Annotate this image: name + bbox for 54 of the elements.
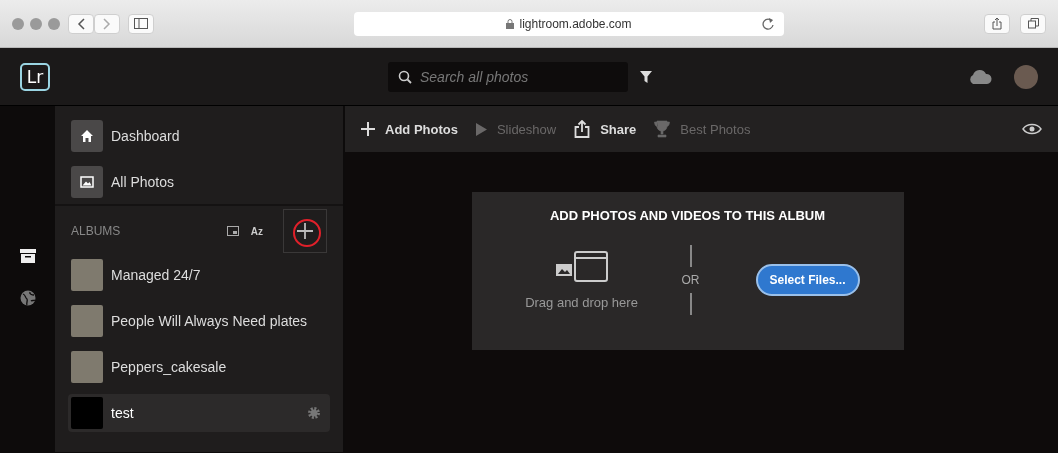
album-name: People Will Always Need plates (111, 313, 309, 329)
avatar[interactable] (1014, 64, 1038, 89)
sidebar-icon (134, 18, 148, 29)
album-item[interactable]: Managed 24/7 (68, 256, 330, 294)
chevron-right-icon (103, 17, 111, 30)
lock-icon (506, 18, 515, 29)
album-item[interactable]: Peppers_cakesale (68, 348, 330, 386)
gear-icon[interactable] (307, 406, 321, 420)
sidebar-nav-item[interactable]: All Photos (71, 166, 327, 198)
album-name: test (111, 405, 135, 421)
filter-icon[interactable] (640, 70, 652, 83)
play-icon (475, 122, 487, 136)
share-icon (574, 120, 591, 138)
tabs-icon (1027, 18, 1039, 29)
albums-heading: ALBUMS (71, 224, 122, 238)
eye-icon[interactable] (1022, 123, 1042, 135)
archive-icon[interactable] (19, 248, 36, 264)
reload-icon[interactable] (762, 16, 774, 30)
plus-icon (297, 223, 313, 239)
app-logo[interactable]: Lr (20, 62, 50, 91)
album-view-icon[interactable] (226, 226, 239, 236)
drag-drop-hint: Drag and drop here (525, 294, 638, 310)
window-zoom-dot[interactable] (48, 17, 60, 30)
album-name: Managed 24/7 (111, 267, 202, 283)
globe-icon[interactable] (19, 290, 36, 306)
album-item[interactable]: People Will Always Need plates (68, 302, 330, 340)
plus-icon (361, 122, 375, 136)
select-files-button[interactable]: Select Files... (755, 264, 860, 296)
search-field[interactable]: Search all photos (388, 61, 628, 92)
image-icon (79, 174, 95, 190)
add-album-button[interactable] (283, 209, 327, 253)
sort-button[interactable]: Az (250, 225, 263, 237)
image-window-icon (554, 250, 609, 283)
home-icon (79, 128, 95, 144)
toolbar-button[interactable]: Share (574, 120, 637, 138)
toolbar-button[interactable]: Add Photos (361, 121, 458, 137)
search-icon (398, 69, 412, 84)
address-bar[interactable]: lightroom.adobe.com (354, 11, 784, 36)
sidebar-nav-item[interactable]: Dashboard (71, 120, 327, 152)
back-button[interactable] (68, 13, 94, 34)
chevron-left-icon (77, 17, 85, 30)
trophy-icon (654, 120, 671, 138)
window-close-dot[interactable] (12, 17, 24, 30)
tabs-button[interactable] (1020, 13, 1046, 34)
share-icon (992, 17, 1002, 30)
window-minimize-dot[interactable] (30, 17, 42, 30)
highlight-circle (293, 219, 321, 247)
album-item[interactable]: test (68, 394, 330, 432)
or-label: OR (681, 273, 700, 287)
album-name: Peppers_cakesale (111, 359, 228, 375)
url-text: lightroom.adobe.com (519, 16, 632, 31)
cloud-icon[interactable] (968, 69, 992, 84)
drop-zone-title: ADD PHOTOS AND VIDEOS TO THIS ALBUM (549, 208, 826, 223)
sidebar-toggle-button[interactable] (128, 13, 154, 34)
